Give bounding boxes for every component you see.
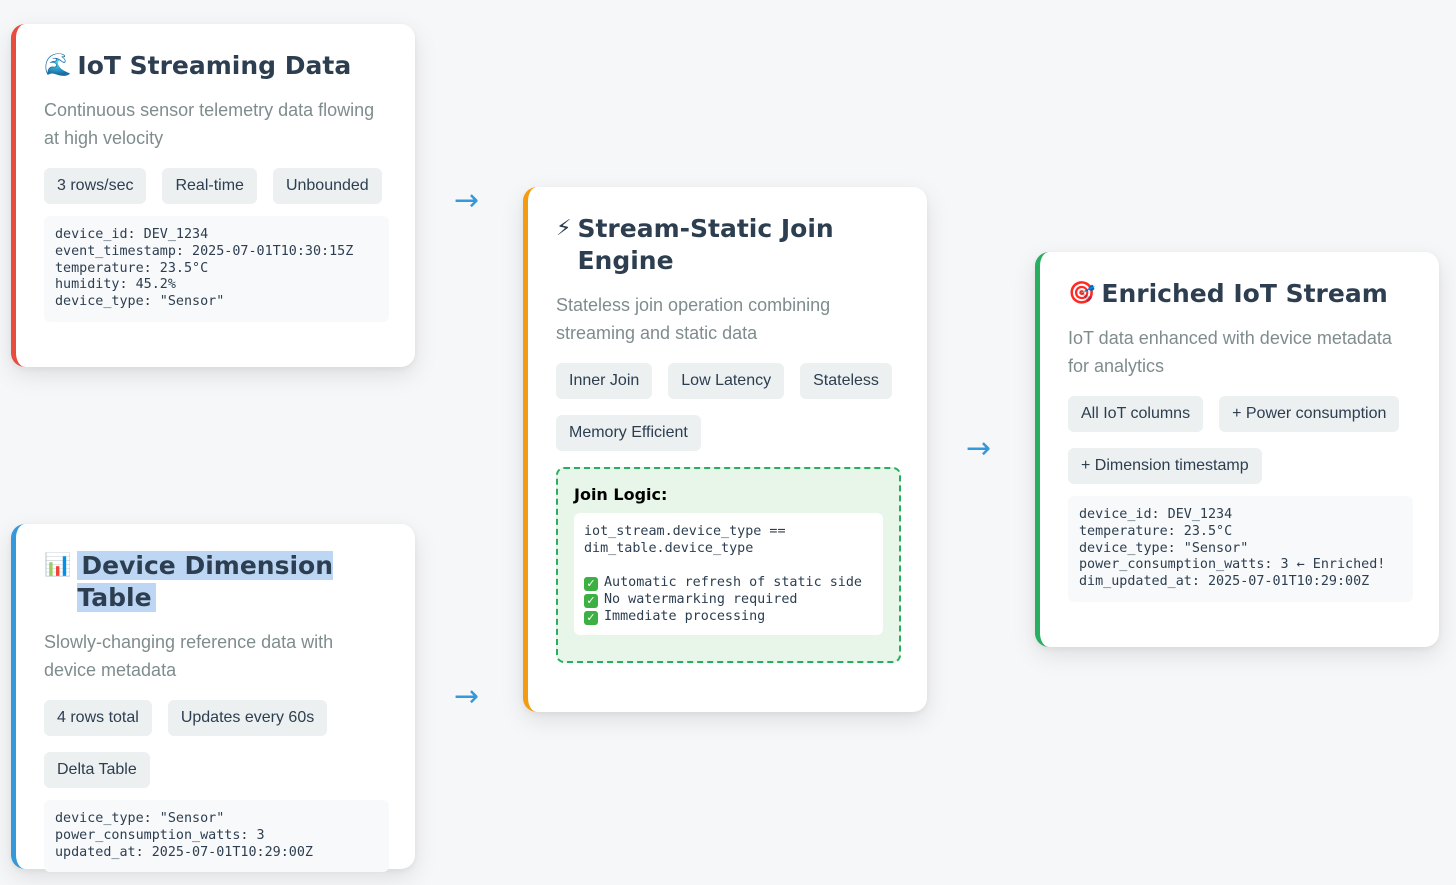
tag: + Dimension timestamp — [1068, 448, 1262, 484]
join-engine-card: ⚡ Stream-Static Join Engine Stateless jo… — [523, 187, 927, 712]
dimension-table-title: 📊 Device Dimension Table — [44, 551, 334, 612]
tag: Real-time — [162, 168, 257, 204]
checkmark-icon: ✓ — [584, 611, 598, 625]
checkmark-icon: ✓ — [584, 577, 598, 591]
lightning-icon: ⚡ — [556, 216, 572, 241]
wave-icon: 🌊 — [44, 53, 72, 78]
iot-streaming-title: 🌊 IoT Streaming Data — [44, 51, 352, 80]
tag: 3 rows/sec — [44, 168, 147, 204]
tag: + Power consumption — [1219, 396, 1400, 432]
tag: Low Latency — [668, 363, 785, 399]
dimension-table-sample-code: device_type: "Sensor" power_consumption_… — [44, 800, 389, 873]
check-item: ✓ Immediate processing — [584, 608, 873, 625]
dimension-table-tags: 4 rows total Updates every 60s Delta Tab… — [44, 700, 389, 788]
join-logic-box: Join Logic: iot_stream.device_type == di… — [556, 467, 901, 663]
join-engine-tags: Inner Join Low Latency Stateless Memory … — [556, 363, 901, 451]
enriched-stream-card: 🎯 Enriched IoT Stream IoT data enhanced … — [1035, 252, 1439, 647]
tag: Memory Efficient — [556, 415, 701, 451]
enriched-stream-tags: All IoT columns + Power consumption + Di… — [1068, 396, 1413, 484]
pipeline-diagram: 🌊 IoT Streaming Data Continuous sensor t… — [0, 0, 1456, 885]
arrow-right-icon: → — [966, 431, 992, 466]
tag: Inner Join — [556, 363, 653, 399]
tag: Delta Table — [44, 752, 150, 788]
checkmark-icon: ✓ — [584, 594, 598, 608]
arrow-right-icon: → — [454, 679, 480, 714]
check-item: ✓ Automatic refresh of static side — [584, 574, 873, 591]
target-icon: 🎯 — [1068, 281, 1096, 306]
enriched-stream-description: IoT data enhanced with device metadata f… — [1068, 328, 1392, 376]
iot-streaming-sample-code: device_id: DEV_1234 event_timestamp: 202… — [44, 216, 389, 322]
tag: Unbounded — [272, 168, 382, 204]
check-item: ✓ No watermarking required — [584, 591, 873, 608]
iot-streaming-card: 🌊 IoT Streaming Data Continuous sensor t… — [11, 24, 415, 367]
join-engine-title: ⚡ Stream-Static Join Engine — [556, 214, 834, 275]
join-condition: iot_stream.device_type == dim_table.devi… — [584, 524, 786, 556]
join-engine-description: Stateless join operation combining strea… — [556, 295, 831, 343]
tag: Stateless — [800, 363, 892, 399]
join-logic-title: Join Logic: — [574, 485, 668, 504]
iot-streaming-tags: 3 rows/sec Real-time Unbounded — [44, 168, 389, 204]
iot-streaming-description: Continuous sensor telemetry data flowing… — [44, 100, 375, 148]
dimension-table-description: Slowly-changing reference data with devi… — [44, 632, 334, 680]
dimension-table-card: 📊 Device Dimension Table Slowly-changing… — [11, 524, 415, 873]
enriched-stream-sample-code: device_id: DEV_1234 temperature: 23.5°C … — [1068, 496, 1413, 602]
join-logic-code: iot_stream.device_type == dim_table.devi… — [574, 513, 883, 635]
enriched-stream-title: 🎯 Enriched IoT Stream — [1068, 279, 1388, 308]
tag: Updates every 60s — [167, 700, 328, 736]
arrow-right-icon: → — [454, 183, 480, 218]
tag: 4 rows total — [44, 700, 152, 736]
bar-chart-icon: 📊 — [44, 553, 72, 578]
tag: All IoT columns — [1068, 396, 1204, 432]
